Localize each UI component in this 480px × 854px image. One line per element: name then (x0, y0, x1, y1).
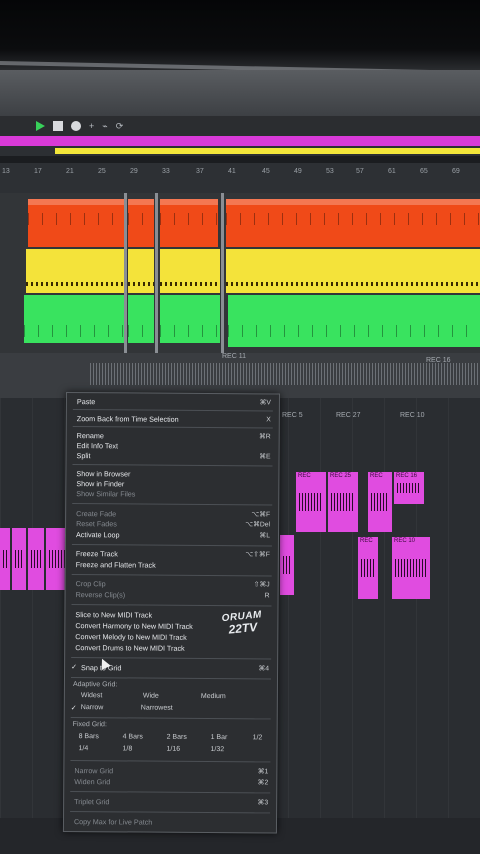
ruler-mark: 29 (130, 168, 138, 175)
audio-clip[interactable]: REC (296, 472, 326, 532)
ruler-mark: 13 (2, 168, 10, 175)
ruler-mark: 25 (98, 168, 106, 175)
clip-gap (221, 193, 224, 353)
menu-item-freeze-flatten[interactable]: Freeze and Flatten Track (76, 560, 270, 571)
ruler-mark: 53 (326, 168, 334, 175)
automation-icon[interactable]: ⌁ (102, 121, 107, 132)
grid-option-half[interactable]: 1/2 (253, 734, 263, 741)
clip-label: REC 27 (336, 412, 361, 419)
ruler-mark: 61 (388, 168, 396, 175)
grid-option-thirty-second[interactable]: 1/32 (210, 746, 224, 753)
ruler-mark: 57 (356, 168, 364, 175)
grid-option-widest[interactable]: Widest (81, 692, 102, 699)
grid-option-medium[interactable]: Medium (201, 693, 226, 700)
menu-item-freeze[interactable]: Freeze Track ⌥⇧⌘F (76, 549, 270, 560)
clip-label: REC 11 (222, 353, 246, 360)
snap-check-icon: ✓ (71, 664, 77, 672)
menu-item-reset-fades[interactable]: Reset Fades ⌥⌘Del (76, 519, 270, 530)
ruler-mark: 33 (162, 168, 170, 175)
menu-item-convert-drums[interactable]: Convert Drums to New MIDI Track (75, 643, 269, 654)
grid-option-1-bar[interactable]: 1 Bar (211, 734, 228, 741)
audio-clip[interactable]: REC 25 (328, 472, 358, 532)
audio-clip[interactable]: REC (368, 472, 392, 532)
ruler-mark: 65 (420, 168, 428, 175)
clip-label: REC 10 (400, 412, 425, 419)
audio-clip[interactable]: REC 16 (394, 472, 424, 504)
midi-clip[interactable] (160, 249, 220, 293)
audio-waveform (90, 363, 480, 385)
midi-clip[interactable] (228, 295, 480, 347)
clip-label: REC 5 (282, 412, 303, 419)
ruler-mark: 21 (66, 168, 74, 175)
menu-item-reverse[interactable]: Reverse Clip(s) R (76, 590, 270, 601)
midi-clip[interactable] (28, 199, 124, 247)
ruler-mark: 37 (196, 168, 204, 175)
grid-option-eighth[interactable]: 1/8 (122, 745, 132, 752)
audio-clip[interactable]: REC 10 (392, 537, 430, 599)
loop-icon[interactable]: ⟳ (116, 121, 124, 132)
midi-clip[interactable] (26, 249, 124, 293)
grid-option-narrow[interactable]: Narrow (81, 704, 104, 711)
grid-option-wide[interactable]: Wide (143, 693, 159, 700)
ruler-mark: 41 (228, 168, 236, 175)
overview-bar[interactable] (0, 136, 480, 146)
menu-item-split[interactable]: Split ⌘E (77, 451, 271, 462)
menu-item-widen-grid[interactable]: Widen Grid ⌘2 (74, 777, 268, 788)
grid-option-2-bars[interactable]: 2 Bars (167, 734, 187, 741)
app-title-strip (0, 70, 480, 116)
ruler-mark: 45 (262, 168, 270, 175)
audio-clip[interactable] (280, 535, 294, 595)
menu-item-zoom-back[interactable]: Zoom Back from Time Selection X (77, 414, 271, 425)
grid-option-8-bars[interactable]: 8 Bars (79, 733, 99, 740)
midi-clip[interactable] (160, 199, 218, 247)
grid-option-4-bars[interactable]: 4 Bars (123, 733, 143, 740)
fixed-grid-heading: Fixed Grid: (72, 721, 107, 729)
audio-clip[interactable] (28, 528, 44, 590)
grid-option-sixteenth[interactable]: 1/16 (166, 746, 180, 753)
ruler-mark: 17 (34, 168, 42, 175)
menu-item-copy-max[interactable]: Copy Max for Live Patch (74, 817, 268, 828)
stop-icon[interactable] (53, 121, 63, 131)
narrow-check-icon: ✓ (70, 705, 77, 713)
clip-gap (124, 193, 127, 353)
menu-item-triplet-grid[interactable]: Triplet Grid ⌘3 (74, 797, 268, 808)
menu-item-crop[interactable]: Crop Clip ⇧⌘J (76, 579, 270, 590)
audio-clip[interactable]: REC (358, 537, 378, 599)
menu-item-activate-loop[interactable]: Activate Loop ⌘L (76, 530, 270, 541)
audio-clip[interactable] (12, 528, 26, 590)
midi-clip[interactable] (160, 295, 220, 343)
midi-clip[interactable] (226, 249, 480, 293)
add-icon[interactable]: + (89, 121, 94, 131)
loop-brace[interactable] (55, 148, 480, 154)
transport-bar: + ⌁ ⟳ (0, 116, 480, 136)
monitor-bezel (0, 0, 480, 70)
midi-clip[interactable] (226, 199, 480, 247)
grid-option-narrowest[interactable]: Narrowest (141, 705, 173, 712)
menu-item-paste[interactable]: Paste ⌘V (77, 397, 271, 408)
ruler-mark: 69 (452, 168, 460, 175)
midi-tracks-area (0, 193, 480, 353)
grid-option-quarter[interactable]: 1/4 (78, 745, 88, 752)
play-icon[interactable] (36, 121, 45, 131)
menu-item-narrow-grid[interactable]: Narrow Grid ⌘1 (74, 766, 268, 777)
context-menu: Paste ⌘V Zoom Back from Time Selection X R… (62, 392, 280, 834)
midi-clip[interactable] (128, 199, 154, 247)
menu-item-show-similar[interactable]: Show Similar Files (76, 489, 270, 500)
midi-clip[interactable] (24, 295, 124, 343)
ruler-mark: 49 (294, 168, 302, 175)
audio-clip[interactable] (0, 528, 10, 590)
adaptive-grid-heading: Adaptive Grid: (72, 681, 118, 689)
clip-gap (155, 193, 158, 353)
record-icon[interactable] (71, 121, 81, 131)
midi-clip[interactable] (128, 295, 154, 343)
timeline-ruler[interactable]: 13 17 21 25 29 33 37 41 45 49 53 57 61 6… (0, 163, 480, 193)
midi-clip[interactable] (128, 249, 154, 293)
clip-label: REC 16 (426, 357, 451, 364)
